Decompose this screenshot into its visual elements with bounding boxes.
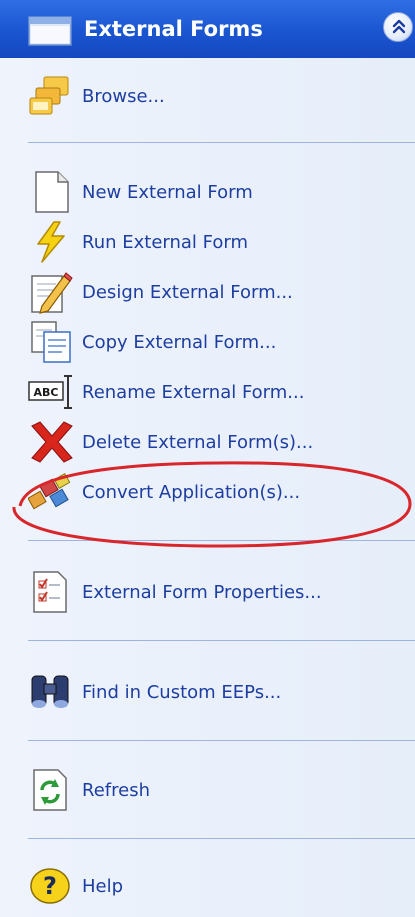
rename-abc-icon: ABC (28, 370, 74, 414)
svg-text:ABC: ABC (34, 386, 59, 399)
run-external-form-link[interactable]: Run External Form (28, 220, 248, 264)
rename-external-form-link[interactable]: ABC Rename External Form... (28, 370, 304, 414)
pencil-edit-icon (28, 270, 74, 314)
delete-x-icon (28, 420, 74, 464)
separator (28, 540, 415, 541)
separator (28, 740, 415, 741)
refresh-link[interactable]: Refresh (28, 768, 150, 812)
new-document-icon (28, 170, 74, 214)
help-label: Help (82, 875, 124, 897)
browse-label: Browse... (82, 85, 165, 107)
refresh-label: Refresh (82, 779, 150, 801)
external-form-properties-label: External Form Properties... (82, 581, 322, 603)
design-external-form-link[interactable]: Design External Form... (28, 270, 293, 314)
folder-browse-icon (28, 74, 74, 118)
new-external-form-label: New External Form (82, 181, 253, 203)
window-icon (28, 16, 72, 46)
collapse-button[interactable] (383, 12, 413, 42)
copy-external-form-link[interactable]: Copy External Form... (28, 320, 276, 364)
external-forms-task-pane: External Forms Browse... New External Fo… (0, 0, 415, 917)
new-external-form-link[interactable]: New External Form (28, 170, 253, 214)
separator (28, 838, 415, 839)
separator (28, 640, 415, 641)
delete-external-form-link[interactable]: Delete External Form(s)... (28, 420, 313, 464)
refresh-icon (28, 768, 74, 812)
convert-application-link[interactable]: Convert Application(s)... (28, 470, 300, 514)
task-pane-header[interactable]: External Forms (0, 0, 415, 58)
run-external-form-label: Run External Form (82, 231, 248, 253)
help-link[interactable]: ? Help (28, 864, 123, 908)
rename-external-form-label: Rename External Form... (82, 381, 305, 403)
lightning-icon (28, 220, 74, 264)
find-in-custom-eeps-link[interactable]: Find in Custom EEPs... (28, 670, 281, 714)
help-icon: ? (28, 864, 74, 908)
double-chevron-up-icon (392, 19, 406, 34)
delete-external-form-label: Delete External Form(s)... (82, 431, 314, 453)
design-external-form-label: Design External Form... (82, 281, 293, 303)
svg-text:?: ? (43, 872, 57, 900)
convert-application-label: Convert Application(s)... (82, 481, 301, 503)
properties-checklist-icon (28, 570, 74, 614)
copy-external-form-label: Copy External Form... (82, 331, 277, 353)
browse-link[interactable]: Browse... (28, 74, 165, 118)
separator (28, 142, 415, 143)
binoculars-icon (28, 670, 74, 714)
copy-document-icon (28, 320, 74, 364)
task-pane-title: External Forms (84, 17, 263, 41)
find-in-custom-eeps-label: Find in Custom EEPs... (82, 681, 282, 703)
convert-app-icon (28, 470, 74, 514)
external-form-properties-link[interactable]: External Form Properties... (28, 570, 322, 614)
